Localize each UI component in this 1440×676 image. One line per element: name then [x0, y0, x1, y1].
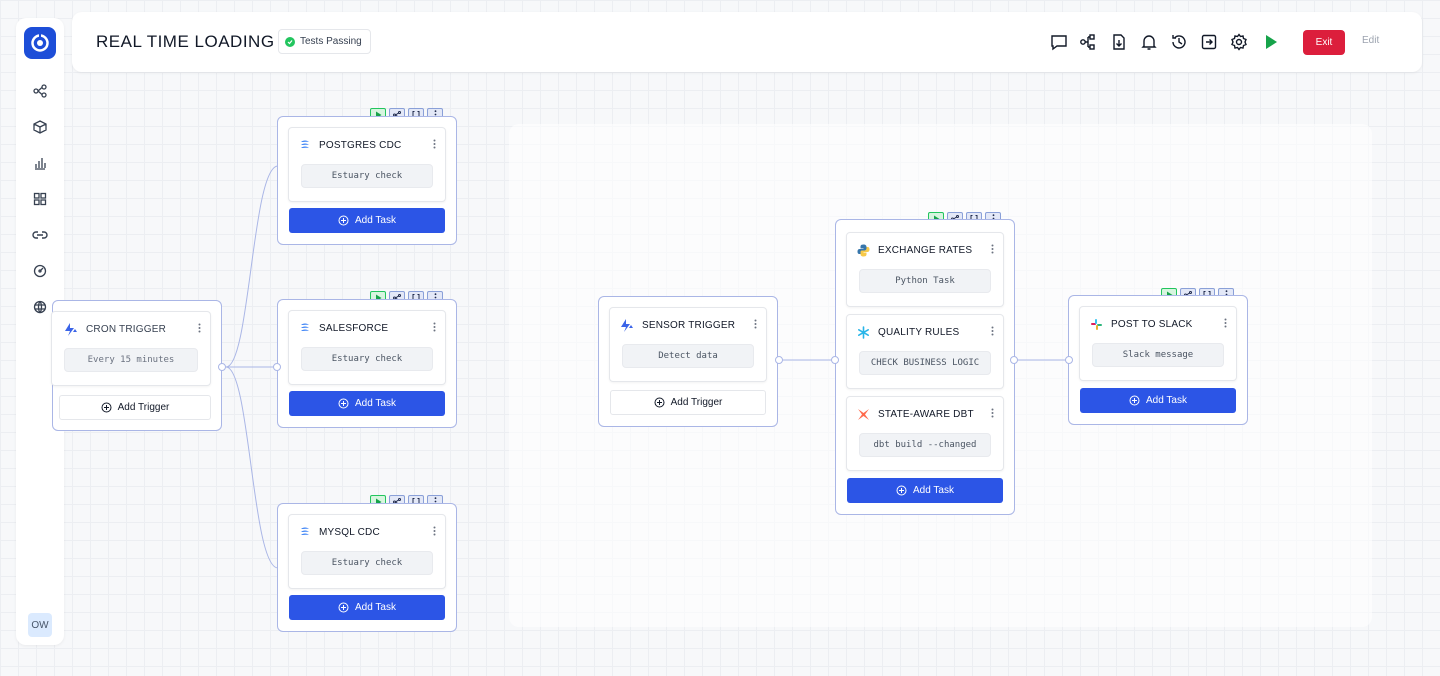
bolt-icon	[621, 318, 633, 332]
header-bar: REAL TIME LOADING Tests Passing Exit Edi…	[72, 12, 1422, 72]
add-trigger-button[interactable]: Add Trigger	[610, 390, 766, 415]
sensor-trigger-node[interactable]: SENSOR TRIGGER Detect data	[609, 307, 767, 382]
exit-button[interactable]: Exit	[1303, 30, 1345, 55]
snowflake-icon	[858, 325, 869, 339]
node-title: STATE-AWARE DBT	[878, 408, 974, 420]
node-subtitle: Detect data	[622, 344, 754, 368]
sensor-trigger-group: SENSOR TRIGGER Detect data Add Trigger	[598, 296, 778, 427]
node-title: POSTGRES CDC	[319, 139, 402, 151]
plus-circle-icon	[101, 402, 112, 413]
mysql-cdc-group: MYSQL CDC Estuary check Add Task	[277, 503, 457, 632]
dbt-icon	[858, 408, 869, 420]
status-badge: Tests Passing	[278, 29, 371, 54]
check-icon	[285, 36, 295, 47]
node-title: EXCHANGE RATES	[878, 244, 973, 256]
grid-icon[interactable]	[30, 189, 50, 209]
status-badge-label: Tests Passing	[300, 36, 362, 47]
package-icon[interactable]	[30, 117, 50, 137]
quality-rules-node[interactable]: QUALITY RULES CHECK BUSINESS LOGIC	[846, 314, 1004, 389]
bell-icon[interactable]	[1139, 32, 1159, 52]
plugin-icon[interactable]	[30, 297, 50, 317]
comment-icon[interactable]	[1049, 32, 1069, 52]
node-subtitle: Estuary check	[301, 551, 433, 575]
page-title: REAL TIME LOADING	[96, 32, 275, 51]
state-aware-dbt-node[interactable]: STATE-AWARE DBT dbt build --changed	[846, 396, 1004, 471]
add-task-button[interactable]: Add Task	[289, 391, 445, 416]
input-port[interactable]	[831, 356, 839, 364]
app-logo[interactable]	[24, 27, 56, 59]
kebab-menu-icon[interactable]	[750, 316, 760, 332]
transform-group: EXCHANGE RATES Python Task QUALITY RULES…	[835, 219, 1015, 515]
kebab-menu-icon[interactable]	[987, 241, 997, 257]
mysql-cdc-node[interactable]: MYSQL CDC Estuary check	[288, 514, 446, 589]
node-subtitle: Estuary check	[301, 347, 433, 371]
run-icon[interactable]	[1261, 32, 1281, 52]
kebab-menu-icon[interactable]	[987, 323, 997, 339]
output-port[interactable]	[775, 356, 783, 364]
node-title: CRON TRIGGER	[86, 323, 166, 335]
kebab-menu-icon[interactable]	[987, 405, 997, 421]
node-title: POST TO SLACK	[1111, 318, 1193, 330]
python-icon	[857, 244, 870, 256]
plus-circle-icon	[338, 602, 349, 613]
post-to-slack-node[interactable]: POST TO SLACK Slack message	[1079, 306, 1237, 381]
kebab-menu-icon[interactable]	[429, 523, 439, 539]
estuary-icon	[301, 527, 309, 535]
slack-icon	[1091, 318, 1102, 330]
node-title: SENSOR TRIGGER	[642, 319, 736, 331]
output-port[interactable]	[1010, 356, 1018, 364]
estuary-icon	[301, 140, 309, 148]
plus-circle-icon	[896, 485, 907, 496]
salesforce-node[interactable]: SALESFORCE Estuary check	[288, 310, 446, 385]
node-title: SALESFORCE	[319, 322, 389, 334]
node-subtitle: CHECK BUSINESS LOGIC	[859, 351, 991, 375]
cron-trigger-group: CRON TRIGGER Every 15 minutes Add Trigge…	[51, 300, 222, 431]
node-subtitle: dbt build --changed	[859, 433, 991, 457]
input-port[interactable]	[273, 363, 281, 371]
node-subtitle: Every 15 minutes	[64, 348, 198, 372]
kebab-menu-icon[interactable]	[194, 320, 204, 336]
add-trigger-button[interactable]: Add Trigger	[59, 395, 211, 420]
add-task-button[interactable]: Add Task	[289, 595, 445, 620]
plus-circle-icon	[338, 398, 349, 409]
kebab-menu-icon[interactable]	[429, 136, 439, 152]
edge-cron-mysql	[225, 366, 279, 569]
avatar[interactable]: OW	[28, 613, 52, 637]
node-subtitle: Python Task	[859, 269, 991, 293]
bolt-icon	[65, 322, 77, 336]
export-icon[interactable]	[1199, 32, 1219, 52]
edit-button[interactable]: Edit	[1362, 35, 1379, 46]
output-port[interactable]	[218, 363, 226, 371]
history-icon[interactable]	[1169, 32, 1189, 52]
download-icon[interactable]	[1109, 32, 1129, 52]
flow-icon[interactable]	[30, 81, 50, 101]
add-task-button[interactable]: Add Task	[847, 478, 1003, 503]
plus-circle-icon	[654, 397, 665, 408]
postgres-cdc-group: POSTGRES CDC Estuary check Add Task	[277, 116, 457, 245]
kebab-menu-icon[interactable]	[429, 319, 439, 335]
add-task-button[interactable]: Add Task	[1080, 388, 1236, 413]
link-icon[interactable]	[30, 225, 50, 245]
kebab-menu-icon[interactable]	[1220, 315, 1230, 331]
input-port[interactable]	[1065, 356, 1073, 364]
node-subtitle: Slack message	[1092, 343, 1224, 367]
post-to-slack-group: POST TO SLACK Slack message Add Task	[1068, 295, 1248, 425]
edge-cron-postgres	[225, 165, 279, 368]
logo-icon	[31, 34, 49, 52]
chart-icon[interactable]	[30, 153, 50, 173]
add-task-button[interactable]: Add Task	[289, 208, 445, 233]
plus-circle-icon	[1129, 395, 1140, 406]
exchange-rates-node[interactable]: EXCHANGE RATES Python Task	[846, 232, 1004, 307]
estuary-icon	[301, 323, 309, 331]
dashboard-icon[interactable]	[30, 261, 50, 281]
node-title: QUALITY RULES	[878, 326, 960, 338]
node-title: MYSQL CDC	[319, 526, 380, 538]
plus-circle-icon	[338, 215, 349, 226]
salesforce-group: SALESFORCE Estuary check Add Task	[277, 299, 457, 428]
settings-icon[interactable]	[1229, 32, 1249, 52]
node-subtitle: Estuary check	[301, 164, 433, 188]
cron-trigger-node[interactable]: CRON TRIGGER Every 15 minutes	[51, 311, 211, 386]
postgres-cdc-node[interactable]: POSTGRES CDC Estuary check	[288, 127, 446, 202]
graph-icon[interactable]	[1078, 32, 1098, 52]
